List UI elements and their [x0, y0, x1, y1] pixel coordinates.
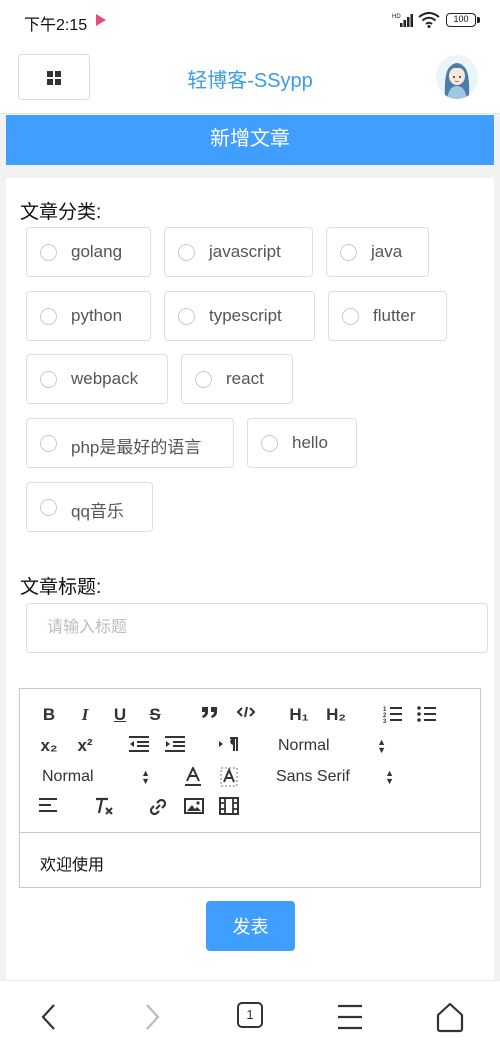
category-radio-typescript[interactable]: typescript: [164, 291, 315, 341]
category-radio-flutter[interactable]: flutter: [328, 291, 447, 341]
radio-circle: [178, 308, 195, 325]
category-option-label: react: [226, 369, 264, 388]
network-type: HD: [392, 14, 401, 20]
header-picker-value: Normal: [278, 737, 330, 754]
status-bar: 下午2:15 HD 100: [0, 0, 500, 42]
menu-button[interactable]: [18, 54, 90, 100]
category-radio-python[interactable]: python: [26, 291, 151, 341]
radio-circle: [40, 371, 57, 388]
background-color-icon[interactable]: [216, 765, 242, 789]
category-radio-qqmusic[interactable]: qq音乐: [26, 482, 153, 532]
code-block-icon[interactable]: [233, 703, 259, 727]
picker-arrows-icon: ▲ ▼: [141, 768, 150, 786]
title-input[interactable]: [26, 603, 488, 653]
home-icon[interactable]: [430, 999, 470, 1035]
back-icon[interactable]: [30, 999, 70, 1035]
signal-icon: HD: [392, 12, 414, 33]
bullet-list-icon[interactable]: [414, 703, 440, 727]
category-option-label: qq音乐: [71, 502, 124, 521]
editor-content[interactable]: 欢迎使用: [40, 851, 104, 875]
rich-text-editor: B I U S H₁ H₂ 123 x₂ x² Normal ▲ ▼ Norma…: [19, 688, 481, 888]
editor-toolbar: B I U S H₁ H₂ 123 x₂ x² Normal ▲ ▼ Norma…: [20, 689, 480, 833]
superscript-button[interactable]: x²: [72, 734, 98, 758]
blockquote-icon[interactable]: [197, 703, 223, 727]
category-radio-golang[interactable]: golang: [26, 227, 151, 277]
status-time: 下午2:15: [24, 17, 88, 34]
category-radio-php[interactable]: php是最好的语言: [26, 418, 234, 468]
publish-button[interactable]: 发表: [206, 901, 295, 951]
category-label: 文章分类:: [20, 202, 102, 223]
bottom-navigation: 1: [0, 980, 500, 1056]
radio-circle: [40, 435, 57, 452]
font-picker-value: Sans Serif: [276, 768, 350, 785]
category-option-label: java: [371, 242, 403, 261]
text-direction-icon[interactable]: [216, 734, 242, 758]
size-picker[interactable]: Normal ▲ ▼: [42, 765, 150, 789]
title-label: 文章标题:: [20, 577, 102, 598]
indent-icon[interactable]: [162, 734, 188, 758]
battery-indicator: 100: [446, 13, 480, 27]
radio-circle: [40, 499, 57, 516]
size-picker-value: Normal: [42, 768, 94, 785]
user-avatar[interactable]: [436, 55, 478, 99]
grid-menu-icon: [47, 71, 61, 85]
heading2-button[interactable]: H₂: [323, 703, 349, 727]
radio-circle: [261, 435, 278, 452]
category-radio-javascript[interactable]: javascript: [164, 227, 313, 277]
app-header: 轻博客-SSypp: [0, 42, 500, 114]
video-icon[interactable]: [216, 795, 242, 819]
category-option-label: python: [71, 306, 123, 325]
text-color-icon[interactable]: [180, 765, 206, 789]
radio-circle: [340, 244, 357, 261]
category-option-label: flutter: [373, 306, 416, 325]
radio-circle: [195, 371, 212, 388]
outdent-icon[interactable]: [126, 734, 152, 758]
picker-arrows-icon: ▲ ▼: [377, 737, 386, 755]
radio-circle: [178, 244, 195, 261]
category-option-label: typescript: [209, 306, 282, 325]
header-picker[interactable]: Normal ▲ ▼: [278, 734, 386, 758]
italic-button[interactable]: I: [72, 703, 98, 727]
align-icon[interactable]: [36, 795, 62, 819]
ordered-list-icon[interactable]: 123: [380, 703, 406, 727]
category-option-label: hello: [292, 433, 328, 452]
tabs-count-button[interactable]: 1: [237, 1002, 263, 1028]
font-picker[interactable]: Sans Serif ▲ ▼: [276, 765, 394, 789]
play-store-icon: [96, 14, 106, 26]
radio-circle: [342, 308, 359, 325]
category-option-label: golang: [71, 242, 123, 261]
menu-icon[interactable]: [330, 999, 370, 1035]
forward-icon[interactable]: [132, 999, 172, 1035]
category-radio-hello[interactable]: hello: [247, 418, 357, 468]
clear-format-icon[interactable]: [91, 795, 117, 819]
category-option-label: javascript: [209, 242, 281, 261]
radio-circle: [40, 308, 57, 325]
image-icon[interactable]: [181, 795, 207, 819]
wifi-icon: [418, 12, 440, 33]
category-option-label: webpack: [71, 369, 139, 388]
category-option-label: php是最好的语言: [71, 438, 202, 457]
category-radio-java[interactable]: java: [326, 227, 429, 277]
app-title: 轻博客-SSypp: [187, 70, 313, 92]
strike-button[interactable]: S: [142, 703, 168, 727]
picker-arrows-icon: ▲ ▼: [385, 768, 394, 786]
radio-circle: [40, 244, 57, 261]
svg-text:3: 3: [383, 719, 387, 723]
category-radio-webpack[interactable]: webpack: [26, 354, 168, 404]
page-banner-title: 新增文章: [6, 115, 494, 165]
underline-button[interactable]: U: [107, 703, 133, 727]
category-radio-react[interactable]: react: [181, 354, 293, 404]
subscript-button[interactable]: x₂: [36, 734, 62, 758]
bold-button[interactable]: B: [36, 703, 62, 727]
link-icon[interactable]: [145, 795, 171, 819]
article-form: 文章分类: golang javascript java python type…: [6, 178, 494, 980]
heading1-button[interactable]: H₁: [286, 703, 312, 727]
